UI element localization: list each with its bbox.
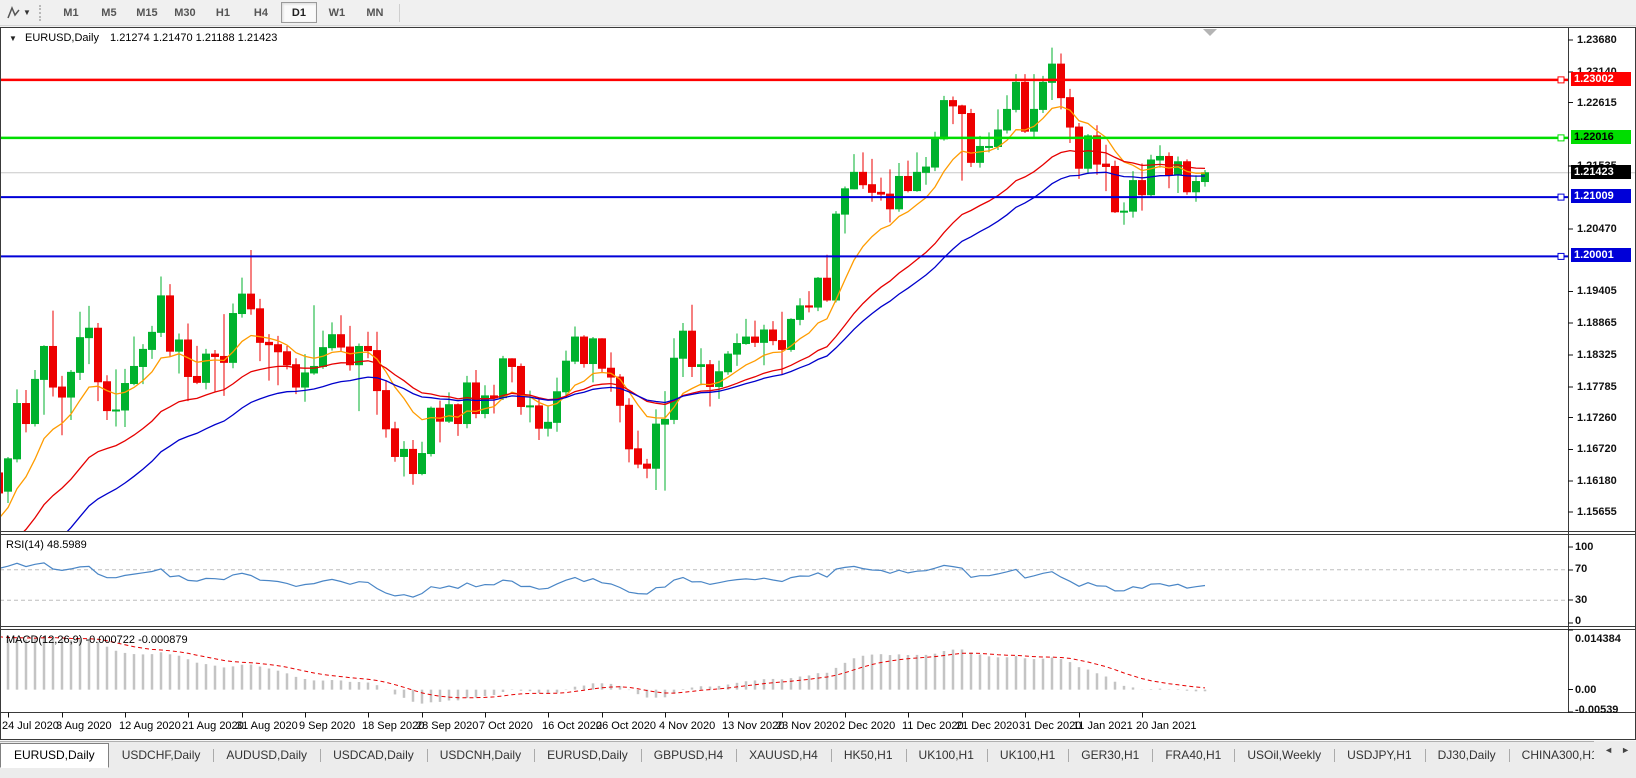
period-button-m5[interactable]: M5: [91, 2, 127, 23]
chart-tab-usoil-weekly[interactable]: USOil,Weekly: [1234, 744, 1334, 767]
date-tick-label: 31 Aug 2020: [236, 720, 298, 732]
chart-context-arrow-icon[interactable]: ▼: [9, 34, 17, 43]
current-price-line-price-label: 1.21423: [1571, 165, 1631, 179]
crosshair-tool-button[interactable]: ▼: [2, 4, 35, 22]
mt4-window: { "toolbar": { "periods": ["M1","M5","M1…: [0, 0, 1636, 777]
price-tick-label: 1.20470: [1577, 223, 1617, 235]
date-tick-label: 11 Dec 2020: [902, 720, 964, 732]
chart-tab-usdcnh-daily[interactable]: USDCNH,Daily: [427, 744, 534, 767]
price-tick-label: 1.17785: [1577, 381, 1617, 393]
tab-scroll-left-icon[interactable]: ◄: [1604, 745, 1613, 773]
rsi-tick-label: 30: [1575, 594, 1587, 606]
chart-tab-ger30-h1[interactable]: GER30,H1: [1068, 744, 1152, 767]
chart-tab-fra40-h1[interactable]: FRA40,H1: [1152, 744, 1234, 767]
chart-canvas: [0, 0, 1636, 777]
price-tick-label: 1.18865: [1577, 317, 1617, 329]
resistance-line-price-label: 1.23002: [1571, 72, 1631, 86]
tab-scroll-right-icon[interactable]: ►: [1621, 745, 1630, 773]
date-tick-label: 23 Nov 2020: [776, 720, 838, 732]
support-line-price-label: 1.20001: [1571, 248, 1631, 262]
chart-symbol-label: EURUSD,Daily: [25, 32, 99, 44]
macd-tick-label: -0.00539: [1575, 704, 1618, 716]
toolbar-separator: [399, 4, 400, 22]
price-tick-label: 1.22615: [1577, 97, 1617, 109]
chart-tab-xauusd-h4[interactable]: XAUUSD,H4: [736, 744, 831, 767]
chart-tab-bar: EURUSD,DailyUSDCHF,DailyAUDUSD,DailyUSDC…: [0, 741, 1636, 778]
date-tick-label: 3 Aug 2020: [56, 720, 112, 732]
date-tick-label: 28 Sep 2020: [416, 720, 478, 732]
macd-indicator-label: MACD(12,26,9) -0.000722 -0.000879: [6, 634, 188, 646]
chart-tab-hk50-h1[interactable]: HK50,H1: [831, 744, 906, 767]
date-tick-label: 11 Jan 2021: [1073, 720, 1133, 732]
price-tick-label: 1.23680: [1577, 34, 1617, 46]
date-tick-label: 16 Oct 2020: [542, 720, 602, 732]
chevron-down-icon: ▼: [23, 8, 31, 17]
period-button-w1[interactable]: W1: [319, 2, 355, 23]
line-handle[interactable]: [1558, 135, 1564, 141]
chart-title: ▼ EURUSD,Daily 1.21274 1.21470 1.21188 1…: [9, 32, 277, 44]
period-button-m15[interactable]: M15: [129, 2, 165, 23]
period-button-h1[interactable]: H1: [205, 2, 241, 23]
rsi-tick-label: 100: [1575, 541, 1593, 553]
period-button-mn[interactable]: MN: [357, 2, 393, 23]
macd-tick-label: 0.014384: [1575, 633, 1621, 645]
chart-background: [0, 27, 1636, 741]
toolbar-grip: [39, 5, 46, 21]
chart-tab-gbpusd-h4[interactable]: GBPUSD,H4: [641, 744, 736, 767]
period-button-h4[interactable]: H4: [243, 2, 279, 23]
period-button-m1[interactable]: M1: [53, 2, 89, 23]
date-tick-label: 9 Sep 2020: [299, 720, 355, 732]
macd-tick-label: 0.00: [1575, 684, 1596, 696]
timeframe-toolbar: ▼ M1M5M15M30H1H4D1W1MN: [0, 0, 1636, 26]
rsi-tick-label: 0: [1575, 615, 1581, 627]
date-tick-label: 21 Aug 2020: [182, 720, 244, 732]
price-tick-label: 1.19405: [1577, 285, 1617, 297]
price-tick-label: 1.16720: [1577, 443, 1617, 455]
chart-tab-eurusd-daily[interactable]: EURUSD,Daily: [0, 743, 109, 768]
date-tick-label: 26 Oct 2020: [596, 720, 656, 732]
price-tick-label: 1.16180: [1577, 475, 1617, 487]
crosshair-tool-icon: [6, 6, 21, 20]
date-tick-label: 21 Dec 2020: [956, 720, 1018, 732]
chart-ohlc-values: 1.21274 1.21470 1.21188 1.21423: [110, 32, 277, 44]
chart-tab-usdchf-daily[interactable]: USDCHF,Daily: [109, 744, 214, 767]
chart-tab-dj30-daily[interactable]: DJ30,Daily: [1425, 744, 1509, 767]
date-tick-label: 7 Oct 2020: [479, 720, 533, 732]
chart-tab-audusd-daily[interactable]: AUDUSD,Daily: [213, 744, 320, 767]
date-tick-label: 12 Aug 2020: [119, 720, 181, 732]
price-tick-label: 1.15655: [1577, 506, 1617, 518]
price-tick-label: 1.18325: [1577, 349, 1617, 361]
support-line-price-label: 1.21009: [1571, 189, 1631, 203]
chart-tab-uk100-h1[interactable]: UK100,H1: [987, 744, 1068, 767]
chart-tab-eurusd-daily[interactable]: EURUSD,Daily: [534, 744, 641, 767]
line-handle[interactable]: [1558, 194, 1564, 200]
date-tick-label: 20 Jan 2021: [1136, 720, 1197, 732]
chart-tab-uk100-h1[interactable]: UK100,H1: [906, 744, 987, 767]
date-tick-label: 2 Dec 2020: [839, 720, 895, 732]
line-handle[interactable]: [1558, 253, 1564, 259]
rsi-tick-label: 70: [1575, 563, 1587, 575]
date-tick-label: 4 Nov 2020: [659, 720, 715, 732]
period-button-d1[interactable]: D1: [281, 2, 317, 23]
rsi-indicator-label: RSI(14) 48.5989: [6, 539, 87, 551]
date-tick-label: 24 Jul 2020: [2, 720, 59, 732]
chart-tab-usdjpy-h1[interactable]: USDJPY,H1: [1334, 744, 1424, 767]
tab-scroll-buttons: ◄ ►: [1594, 741, 1636, 773]
period-buttons: M1M5M15M30H1H4D1W1MN: [52, 2, 394, 23]
chart-tab-usdcad-daily[interactable]: USDCAD,Daily: [320, 744, 427, 767]
price-tick-label: 1.17260: [1577, 412, 1617, 424]
period-button-m30[interactable]: M30: [167, 2, 203, 23]
line-handle[interactable]: [1558, 77, 1564, 83]
support-line-price-label: 1.22016: [1571, 130, 1631, 144]
